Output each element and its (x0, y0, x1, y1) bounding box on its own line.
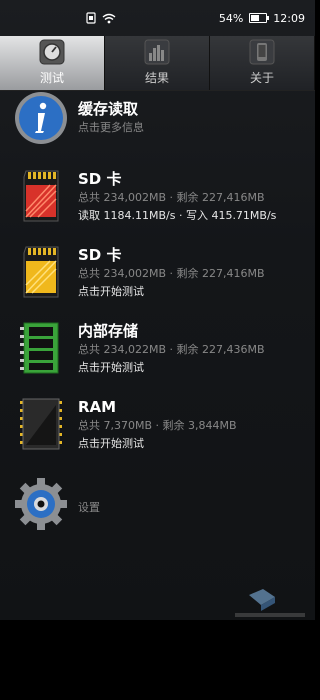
test-list: 缓存读取 点击更多信息 SD 卡 总共 234,002MB · 剩余 227,4… (0, 91, 315, 545)
bar-chart-icon (144, 39, 170, 65)
tab-test[interactable]: 测试 (0, 36, 105, 90)
tab-results[interactable]: 结果 (105, 36, 210, 90)
item-title: SD 卡 (78, 170, 122, 188)
list-item-ram[interactable]: RAM 总共 7,370MB · 剩余 3,844MB 点击开始测试 (0, 397, 315, 475)
item-capacity: 总共 7,370MB · 剩余 3,844MB (78, 419, 237, 432)
gauge-icon (39, 39, 65, 65)
ram-chip-icon (20, 398, 62, 450)
item-title: 缓存读取 (78, 100, 139, 118)
item-capacity: 总共 234,002MB · 剩余 227,416MB (78, 191, 265, 204)
item-action: 点击开始测试 (78, 361, 144, 374)
phone-icon (249, 39, 275, 65)
settings-label: 设置 (78, 501, 100, 514)
watermark-logo (235, 589, 305, 617)
tab-label: 测试 (39, 71, 64, 85)
internal-storage-icon (20, 322, 59, 374)
sd-card-yellow-icon (23, 246, 59, 298)
item-title: 内部存储 (78, 322, 139, 340)
item-capacity: 总共 234,022MB · 剩余 227,436MB (78, 343, 265, 356)
item-action: 点击开始测试 (78, 437, 144, 450)
app-screen: 54% 12:09 测试 结果 关于 缓存读取 点击更多信息 SD 卡 总共 2… (0, 0, 315, 620)
clock: 12:09 (273, 11, 305, 25)
list-item-sd-card-1[interactable]: SD 卡 总共 234,002MB · 剩余 227,416MB 读取 1184… (0, 169, 315, 245)
battery-percent: 54% (218, 11, 244, 25)
info-icon (15, 92, 67, 144)
list-item-settings[interactable]: 设置 (0, 475, 315, 545)
wifi-icon (102, 13, 116, 23)
list-item-cache-read[interactable]: 缓存读取 点击更多信息 (0, 91, 315, 169)
settings-gear-icon (15, 478, 67, 530)
item-title: SD 卡 (78, 246, 122, 264)
item-result: 读取 1184.11MB/s · 写入 415.71MB/s (78, 209, 277, 222)
tab-bar: 测试 结果 关于 (0, 36, 315, 91)
item-subtitle: 点击更多信息 (78, 121, 144, 134)
sd-card-red-icon (23, 170, 59, 222)
battery-icon (249, 13, 270, 23)
item-action: 点击开始测试 (78, 285, 144, 298)
list-item-internal-storage[interactable]: 内部存储 总共 234,022MB · 剩余 227,436MB 点击开始测试 (0, 321, 315, 397)
tab-label: 结果 (144, 71, 169, 85)
status-bar: 54% 12:09 (0, 0, 315, 36)
notification-icon (86, 12, 96, 24)
item-title: RAM (78, 398, 117, 416)
tab-label: 关于 (249, 71, 274, 85)
list-item-sd-card-2[interactable]: SD 卡 总共 234,002MB · 剩余 227,416MB 点击开始测试 (0, 245, 315, 321)
tab-about[interactable]: 关于 (210, 36, 315, 90)
item-capacity: 总共 234,002MB · 剩余 227,416MB (78, 267, 265, 280)
